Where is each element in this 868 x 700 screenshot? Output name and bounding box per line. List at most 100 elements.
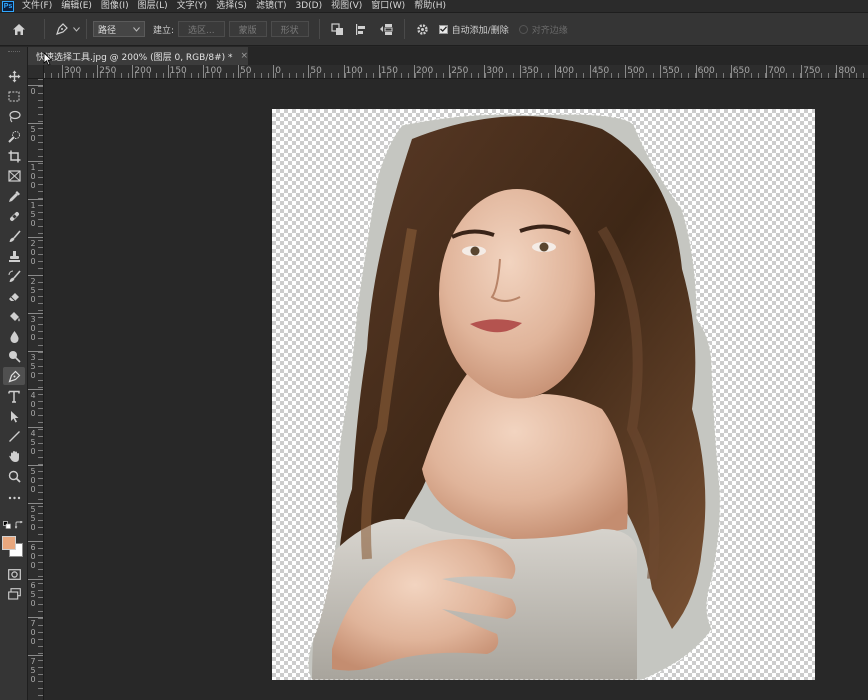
checkmark-icon: [439, 26, 447, 32]
ruler-label: 400: [30, 391, 36, 418]
rectangular-marquee-tool[interactable]: [3, 87, 25, 105]
history-brush-tool-icon: [8, 269, 21, 282]
ruler-major-tick: [695, 65, 697, 78]
line-tool[interactable]: [3, 427, 25, 445]
ruler-label: 100: [345, 66, 363, 76]
ruler-major-tick: [28, 617, 43, 618]
ruler-major-tick: [132, 65, 134, 78]
menu-window[interactable]: 窗口(W): [371, 0, 405, 12]
path-selection-tool[interactable]: [3, 407, 25, 425]
ruler-major-tick: [801, 65, 803, 78]
move-tool[interactable]: [3, 67, 25, 85]
ruler-label: 550: [30, 505, 36, 532]
make-shape-button[interactable]: 形状: [270, 21, 309, 37]
pen-tool[interactable]: [3, 367, 25, 385]
path-arrangement-button[interactable]: [378, 21, 394, 37]
history-brush-tool[interactable]: [3, 267, 25, 285]
ruler-label: 650: [30, 581, 36, 608]
ruler-major-tick: [660, 65, 662, 78]
tools-panel: [0, 47, 28, 700]
tool-preset-picker[interactable]: [55, 22, 80, 36]
blur-tool[interactable]: [3, 327, 25, 345]
portrait-image: [307, 113, 721, 680]
ruler-major-tick: [28, 389, 43, 390]
menu-file[interactable]: 文件(F): [22, 0, 52, 12]
ruler-major-tick: [28, 237, 43, 238]
brush-tool-icon: [9, 229, 21, 242]
ruler-origin[interactable]: [28, 65, 44, 79]
align-edges-checkbox[interactable]: [518, 24, 528, 34]
eraser-tool-icon: [8, 292, 19, 301]
paint-bucket-tool-icon: [9, 311, 20, 321]
hand-tool[interactable]: [3, 447, 25, 465]
path-arrangement-icon: [379, 23, 393, 35]
menu-view[interactable]: 视图(V): [331, 0, 362, 12]
brush-tool[interactable]: [3, 227, 25, 245]
ruler-label: 600: [30, 543, 36, 570]
pen-mode-value: 路径: [98, 25, 117, 36]
ruler-label: 350: [521, 66, 539, 76]
quick-selection-tool[interactable]: [3, 127, 25, 145]
auto-add-delete-label: 自动添加/删除: [451, 25, 509, 36]
menu-help[interactable]: 帮助(H): [414, 0, 446, 12]
ruler-label: 0: [275, 66, 281, 76]
menu-type[interactable]: 文字(Y): [177, 0, 208, 12]
default-colors-icon[interactable]: [3, 521, 11, 529]
blur-tool-icon: [9, 330, 19, 343]
horizontal-ruler[interactable]: 300 250 200 150 100 50 0 50 100 150 200 250 300 350 40…: [44, 65, 868, 79]
foreground-color-swatch[interactable]: [2, 536, 16, 550]
panel-grip[interactable]: [8, 51, 20, 53]
menu-bar: Ps 文件(F) 编辑(E) 图像(I) 图层(L) 文字(Y) 选择(S) 滤…: [0, 0, 868, 12]
ruler-major-tick: [308, 65, 310, 78]
pen-mode-select[interactable]: 路径: [93, 21, 145, 37]
ruler-major-tick: [28, 275, 43, 276]
dodge-tool[interactable]: [3, 347, 25, 365]
path-operations-button[interactable]: [330, 21, 346, 37]
document-canvas[interactable]: [272, 109, 815, 680]
ruler-label: 200: [30, 239, 36, 266]
zoom-tool[interactable]: [3, 467, 25, 485]
eraser-tool[interactable]: [3, 287, 25, 305]
menu-layer[interactable]: 图层(L): [138, 0, 168, 12]
crop-tool[interactable]: [3, 147, 25, 165]
edit-toolbar-button[interactable]: [3, 489, 25, 507]
ruler-major-tick: [28, 161, 43, 162]
spot-healing-brush-tool[interactable]: [3, 207, 25, 225]
ruler-major-tick: [62, 65, 63, 78]
ruler-label: 200: [134, 66, 152, 76]
make-selection-button[interactable]: 选区...: [178, 21, 225, 37]
path-alignment-button[interactable]: [354, 21, 370, 37]
ruler-major-tick: [167, 65, 169, 78]
menu-edit[interactable]: 编辑(E): [61, 0, 92, 12]
eyedropper-tool[interactable]: [3, 187, 25, 205]
menu-3d[interactable]: 3D(D): [295, 0, 322, 12]
vertical-ruler[interactable]: 0 50 100 150 200 250 300 350 400 450 500 550 600 650 7…: [28, 79, 44, 700]
mouse-cursor-icon: [43, 52, 53, 66]
horizontal-type-tool[interactable]: [3, 387, 25, 405]
lasso-tool-icon: [8, 110, 21, 122]
document-workspace[interactable]: [45, 80, 868, 700]
frame-tool[interactable]: [3, 167, 25, 185]
settings-button[interactable]: [415, 21, 431, 37]
home-button[interactable]: [0, 12, 38, 46]
ruler-major-tick: [378, 65, 380, 78]
paint-bucket-tool[interactable]: [3, 307, 25, 325]
make-mask-button[interactable]: 蒙版: [228, 21, 267, 37]
close-icon[interactable]: ×: [241, 51, 249, 61]
ruler-major-tick: [28, 313, 43, 314]
lasso-tool[interactable]: [3, 107, 25, 125]
menu-select[interactable]: 选择(S): [216, 0, 247, 12]
quick-mask-button[interactable]: [3, 565, 25, 583]
menu-filter[interactable]: 滤镜(T): [256, 0, 287, 12]
ruler-label: 450: [592, 66, 610, 76]
screen-mode-button[interactable]: [3, 585, 25, 603]
clone-stamp-tool[interactable]: [3, 247, 25, 265]
auto-add-delete-checkbox[interactable]: [438, 24, 448, 34]
menu-image[interactable]: 图像(I): [101, 0, 129, 12]
document-tab[interactable]: 快速选择工具.jpg @ 200% (图层 0, RGB/8#) * ×: [28, 47, 248, 65]
ruler-label: 100: [30, 163, 36, 190]
ruler-label: 0: [30, 87, 36, 96]
ruler-major-tick: [97, 65, 99, 78]
ruler-label: 650: [732, 66, 750, 76]
swap-colors-icon[interactable]: [15, 521, 23, 529]
